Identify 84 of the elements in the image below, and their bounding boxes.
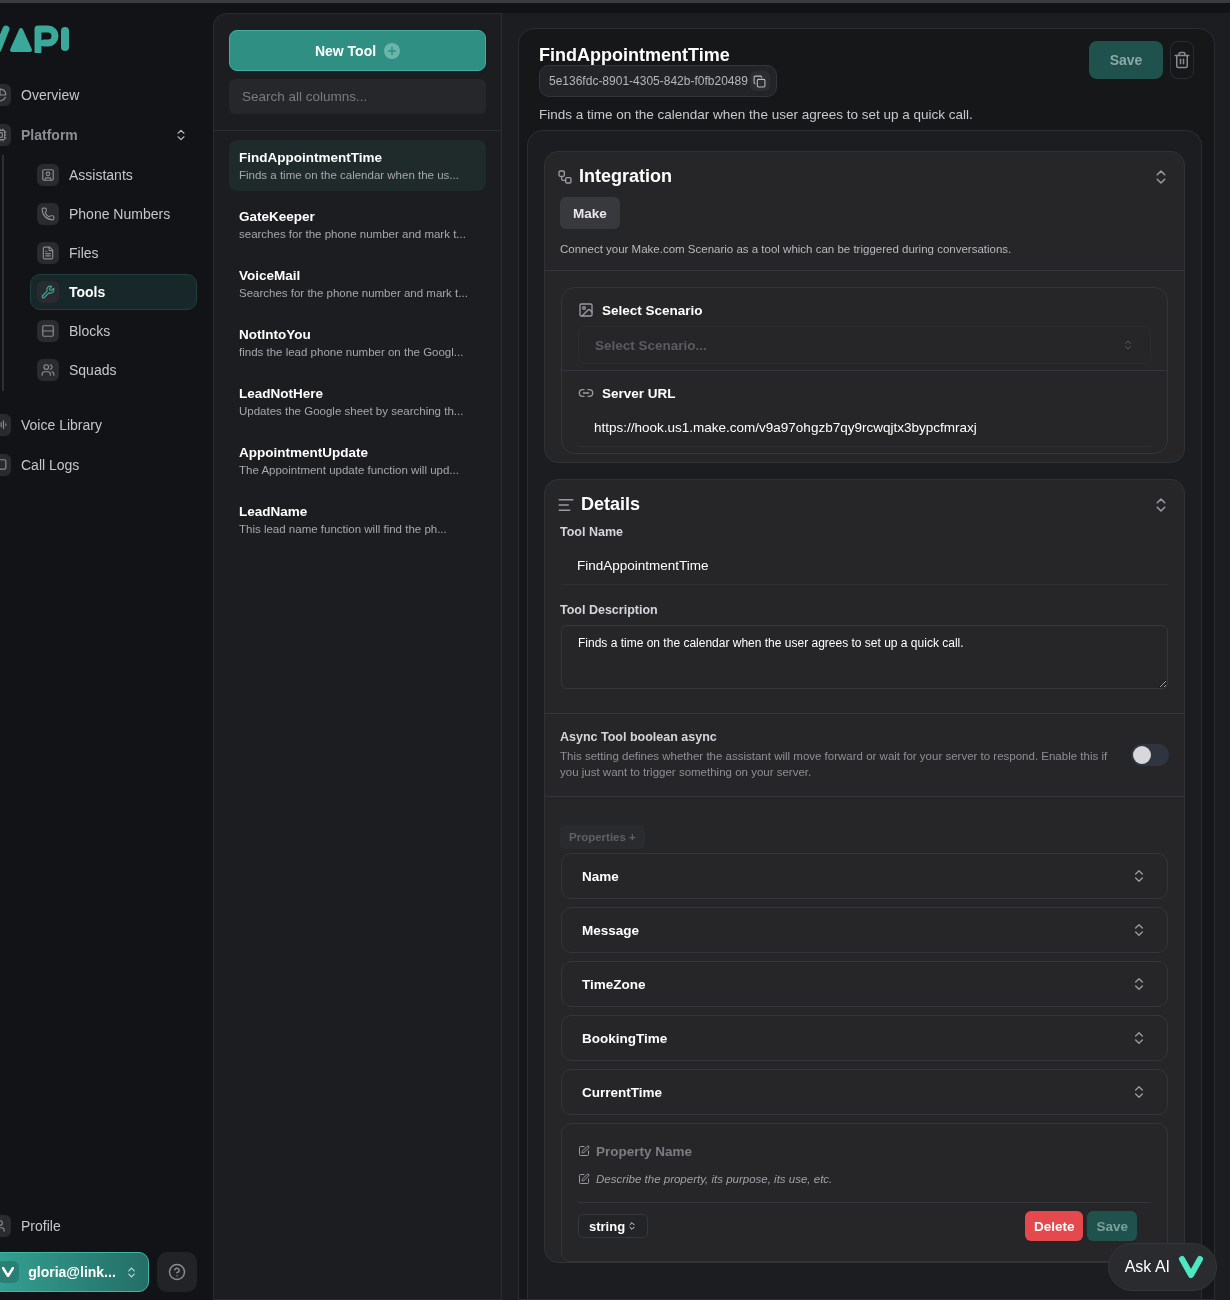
phone-icon <box>37 203 59 225</box>
nav-item[interactable]: Voice Library <box>0 407 197 443</box>
tool-name: GateKeeper <box>239 209 316 224</box>
tool-description: The Appointment update function will upd... <box>239 464 460 476</box>
async-toggle[interactable] <box>1131 744 1169 766</box>
property-row[interactable]: Message <box>561 907 1168 953</box>
section-title: Details <box>581 494 642 515</box>
tool-list-item[interactable]: FindAppointmentTime Finds a time on the calendar when the us... <box>229 140 486 191</box>
field-label: Tool Description <box>560 603 659 617</box>
blocks-icon <box>37 320 59 342</box>
integration-note: Connect your Make.com Scenario as a tool which can be triggered during conversations. <box>560 243 1013 255</box>
tool-list-item[interactable]: LeadNotHere Updates the Google sheet by searching th... <box>229 376 486 427</box>
nav-item[interactable]: Assistants <box>30 157 197 193</box>
tool-list-item[interactable]: AppointmentUpdate The Appointment update function will upd... <box>229 435 486 486</box>
nav-item[interactable]: Squads <box>30 352 197 388</box>
field-label: Select Scenario <box>602 302 703 318</box>
property-name-field[interactable]: Property Name <box>594 1140 1151 1162</box>
delete-button[interactable] <box>1170 41 1194 79</box>
squads-icon <box>37 359 59 381</box>
tool-description: This lead name function will find the ph... <box>239 523 448 535</box>
tool-name: NotIntoYou <box>239 327 312 342</box>
property-row[interactable]: TimeZone <box>561 961 1168 1007</box>
tool-name: FindAppointmentTime <box>239 150 383 165</box>
nav-item[interactable]: Phone Numbers <box>30 196 197 232</box>
tool-description: finds the lead phone number on the Googl... <box>239 346 465 358</box>
delete-button[interactable]: Delete <box>1024 1211 1084 1241</box>
tool-name-field[interactable]: FindAppointmentTime <box>561 547 1168 585</box>
property-description-field[interactable]: Describe the property, its purpose, its use, etc. <box>594 1168 1151 1190</box>
nav-group[interactable]: Platform <box>0 117 197 153</box>
search-field[interactable]: Search all columns... <box>229 79 486 114</box>
chevron-updown-icon <box>1122 339 1134 351</box>
edit-icon <box>578 1173 590 1185</box>
new-tool-button[interactable]: New Tool <box>229 30 486 71</box>
nav-item[interactable]: Call Logs <box>0 447 197 483</box>
property-row[interactable]: CurrentTime <box>561 1069 1168 1115</box>
tool-description-field[interactable]: Finds a time on the calendar when the user agrees to set up a quick call. <box>561 625 1168 689</box>
setting-label: Async Tool boolean async <box>560 730 718 744</box>
image-icon <box>578 302 594 318</box>
type-select[interactable]: string <box>578 1214 649 1238</box>
field-label: Server URL <box>602 385 676 401</box>
file-icon <box>37 242 59 264</box>
tools-icon <box>37 281 59 303</box>
provider-tab[interactable]: Make <box>560 197 620 229</box>
tool-description: searches for the phone number and mark t... <box>239 228 467 240</box>
nav-item[interactable]: Overview <box>0 77 197 113</box>
account-switcher[interactable]: gloria@link... <box>0 1252 149 1292</box>
logo-icon <box>1178 1255 1204 1279</box>
tool-name: LeadNotHere <box>239 386 325 401</box>
assistant-icon <box>37 164 59 186</box>
save-button[interactable]: Save <box>1089 41 1163 79</box>
tool-list-item[interactable]: NotIntoYou finds the lead phone number on the Googl... <box>229 317 486 368</box>
tool-name: AppointmentUpdate <box>239 445 369 460</box>
nav-item[interactable]: Profile <box>0 1208 197 1244</box>
tool-description: Searches for the phone number and mark t... <box>239 287 469 299</box>
help-button[interactable] <box>157 1252 197 1292</box>
tool-list-item[interactable]: GateKeeper searches for the phone number and mark t... <box>229 199 486 250</box>
tool-id-field: 5e136fdc-8901-4305-842b-f0fb20489 <box>539 65 777 97</box>
ask-ai-button[interactable]: Ask AI <box>1107 1243 1217 1291</box>
copy-icon <box>753 74 767 88</box>
tool-description: Finds a time on the calendar when the user agrees to set up a quick call. <box>539 107 974 122</box>
field-label: Tool Name <box>560 525 624 539</box>
tool-name: VoiceMail <box>239 268 302 283</box>
copy-button[interactable] <box>749 71 770 91</box>
property-row[interactable]: Name <box>561 853 1168 899</box>
tool-list-item[interactable]: LeadName This lead name function will find the ph... <box>229 494 486 545</box>
property-row[interactable]: BookingTime <box>561 1015 1168 1061</box>
help-icon <box>168 1263 186 1281</box>
tool-title: FindAppointmentTime <box>539 45 731 66</box>
section-title: Integration <box>579 166 673 187</box>
tool-name: LeadName <box>239 504 309 519</box>
nav-item[interactable]: Blocks <box>30 313 197 349</box>
setting-help: This setting defines whether the assistant will move forward or wait for your server to respond. Enable this if you just want to trigger something on your server. <box>560 749 1109 780</box>
nav-item[interactable]: Files <box>30 235 197 271</box>
trash-icon <box>1173 51 1191 69</box>
edit-icon <box>578 1145 590 1157</box>
tool-description: Finds a time on the calendar when the us... <box>239 169 460 181</box>
tool-description: Updates the Google sheet by searching th... <box>239 405 465 417</box>
tool-list-item[interactable]: VoiceMail Searches for the phone number and mark t... <box>229 258 486 309</box>
logo-icon <box>0 1261 19 1283</box>
chevron-updown-icon <box>125 1265 138 1279</box>
nav-item[interactable]: Tools <box>30 274 197 310</box>
integration-icon <box>557 168 573 185</box>
server-url-field[interactable]: https://hook.us1.make.com/v9a97ohgzb7qy9rcwqjtx3bypcfmraxj <box>578 409 1151 447</box>
chevron-updown-icon <box>627 1221 638 1231</box>
